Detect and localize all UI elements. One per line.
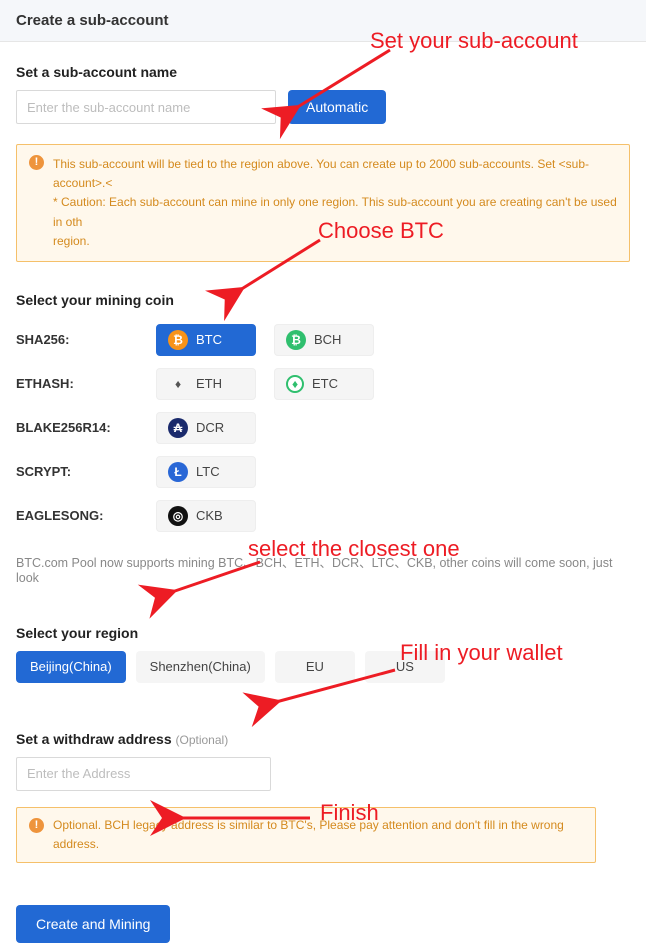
- coin-option-dcr[interactable]: ₳ DCR: [156, 412, 256, 444]
- alert-line: This sub-account will be tied to the reg…: [53, 155, 617, 193]
- btc-icon: ₿: [168, 330, 188, 350]
- withdraw-section-label: Set a withdraw address (Optional): [16, 731, 630, 747]
- algo-label: SCRYPT:: [16, 464, 156, 479]
- region-warning-alert: ! This sub-account will be tied to the r…: [16, 144, 630, 262]
- alert-line: * Caution: Each sub-account can mine in …: [53, 193, 617, 231]
- algo-label: SHA256:: [16, 332, 156, 347]
- bch-icon: ₿: [286, 330, 306, 350]
- coin-option-btc[interactable]: ₿ BTC: [156, 324, 256, 356]
- coin-symbol: LTC: [196, 464, 220, 479]
- subaccount-section-label: Set a sub-account name: [16, 64, 630, 80]
- coin-symbol: CKB: [196, 508, 223, 523]
- coin-symbol: ETC: [312, 376, 338, 391]
- page-title: Create a sub-account: [0, 0, 646, 42]
- coin-table: SHA256: ₿ BTC ₿ BCH ETHASH: ♦ ETH ♦ ETC …: [16, 318, 630, 538]
- automatic-button[interactable]: Automatic: [288, 90, 386, 124]
- support-note: BTC.com Pool now supports mining BTC、BCH…: [16, 552, 630, 585]
- coin-option-ckb[interactable]: ◎ CKB: [156, 500, 256, 532]
- algo-label: ETHASH:: [16, 376, 156, 391]
- coin-option-bch[interactable]: ₿ BCH: [274, 324, 374, 356]
- region-option-eu[interactable]: EU: [275, 651, 355, 683]
- withdraw-optional-text: (Optional): [176, 733, 229, 747]
- ckb-icon: ◎: [168, 506, 188, 526]
- withdraw-address-input[interactable]: [16, 757, 271, 791]
- region-option-shenzhen[interactable]: Shenzhen(China): [136, 651, 265, 683]
- withdraw-label-text: Set a withdraw address: [16, 731, 172, 747]
- mining-coin-section-label: Select your mining coin: [16, 292, 630, 308]
- coin-symbol: BTC: [196, 332, 222, 347]
- alert-text: Optional. BCH legacy address is similar …: [53, 818, 564, 851]
- coin-option-eth[interactable]: ♦ ETH: [156, 368, 256, 400]
- create-and-mining-button[interactable]: Create and Mining: [16, 905, 170, 943]
- coin-symbol: ETH: [196, 376, 222, 391]
- dcr-icon: ₳: [168, 418, 188, 438]
- region-option-us[interactable]: US: [365, 651, 445, 683]
- ltc-icon: Ł: [168, 462, 188, 482]
- address-warning-alert: ! Optional. BCH legacy address is simila…: [16, 807, 596, 863]
- alert-line: region.: [53, 232, 617, 251]
- algo-label: BLAKE256R14:: [16, 420, 156, 435]
- algo-label: EAGLESONG:: [16, 508, 156, 523]
- coin-option-ltc[interactable]: Ł LTC: [156, 456, 256, 488]
- region-option-beijing[interactable]: Beijing(China): [16, 651, 126, 683]
- eth-icon: ♦: [168, 374, 188, 394]
- warning-icon: !: [29, 155, 44, 170]
- subaccount-input[interactable]: [16, 90, 276, 124]
- coin-option-etc[interactable]: ♦ ETC: [274, 368, 374, 400]
- coin-symbol: BCH: [314, 332, 341, 347]
- warning-icon: !: [29, 818, 44, 833]
- region-section-label: Select your region: [16, 625, 630, 641]
- coin-symbol: DCR: [196, 420, 224, 435]
- etc-icon: ♦: [286, 375, 304, 393]
